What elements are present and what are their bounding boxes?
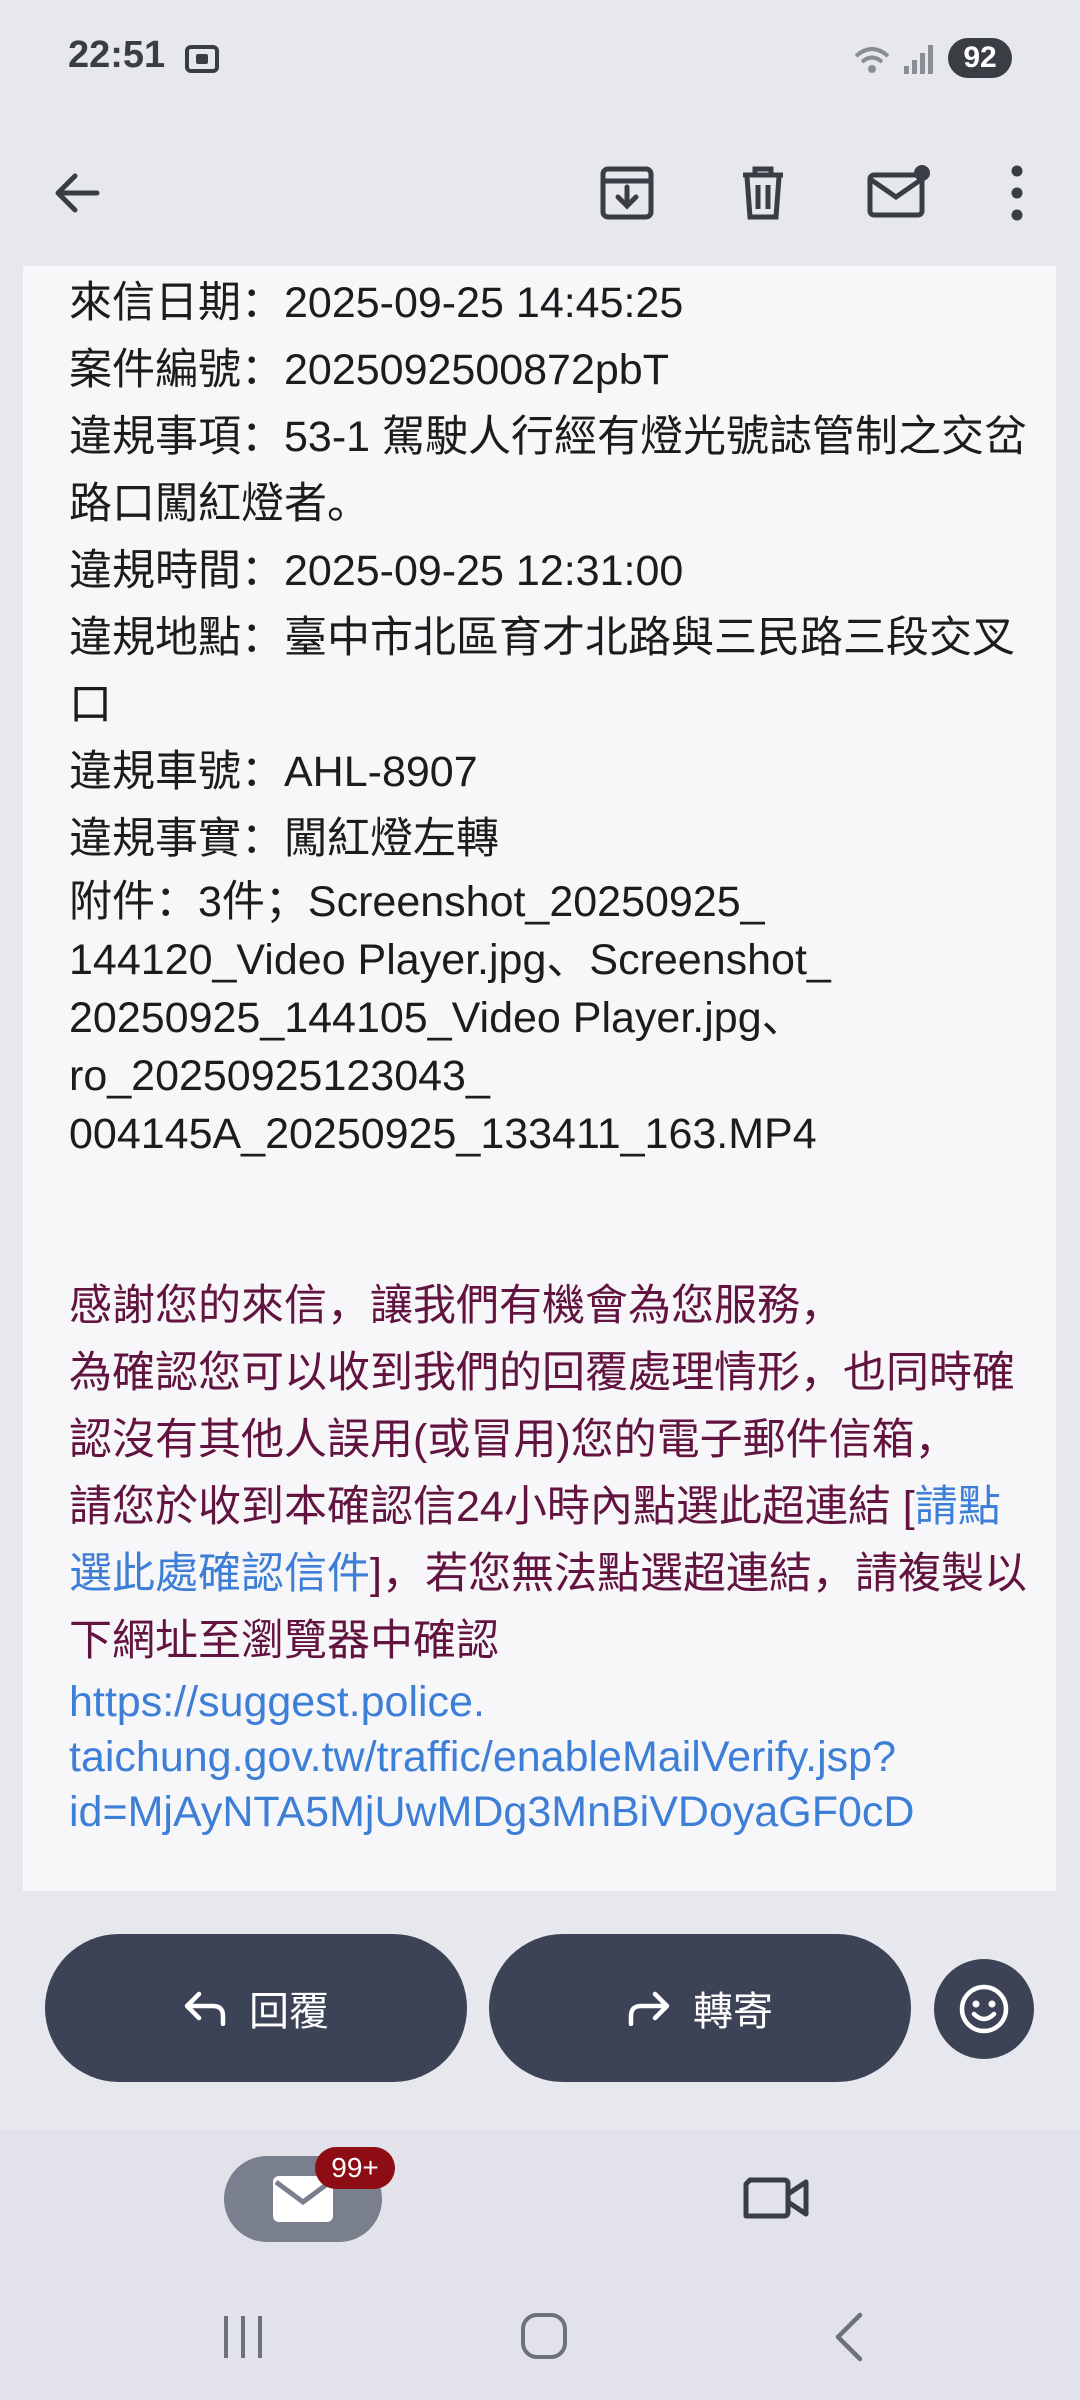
reply-button[interactable]: 回覆 bbox=[45, 1934, 467, 2082]
instruction-text: 請您於收到本確認信24小時內點選此超連結 [請點選此處確認信件]，若您無法點選超… bbox=[69, 1474, 1039, 1675]
violation-fact-line: 違規事實：闖紅燈左轉 bbox=[69, 815, 499, 863]
emoji-icon bbox=[959, 1984, 1009, 2034]
unread-count-badge: 99+ bbox=[315, 2147, 395, 2189]
reply-icon bbox=[184, 1991, 226, 2026]
violation-time-line: 違規時間：2025-09-25 12:31:00 bbox=[69, 547, 684, 595]
mark-unread-button[interactable] bbox=[854, 148, 944, 238]
instruction-prefix: 請您於收到本確認信24小時內點選此超連結 [ bbox=[69, 1483, 915, 1531]
forward-button[interactable]: 轉寄 bbox=[489, 1934, 911, 2082]
more-vert-icon bbox=[1011, 165, 1023, 221]
bottom-navigation: 99+ bbox=[0, 2130, 1080, 2280]
archive-button[interactable] bbox=[582, 148, 672, 238]
video-meet-icon[interactable] bbox=[740, 2168, 812, 2228]
reply-label: 回覆 bbox=[249, 1990, 329, 2034]
recent-apps-icon[interactable] bbox=[218, 2314, 268, 2360]
thanks-line: 感謝您的來信，讓我們有機會為您服務， bbox=[69, 1282, 843, 1330]
email-content: 來信日期：2025-09-25 14:45:25 案件編號：2025092500… bbox=[69, 270, 1039, 1840]
verify-url-link[interactable]: https://suggest.police. taichung.gov.tw/… bbox=[69, 1675, 1039, 1840]
clock: 22:51 bbox=[68, 34, 166, 76]
confirm-text: 為確認您可以收到我們的回覆處理情形，也同時確認沒有其他人誤用(或冒用)您的電子郵… bbox=[69, 1349, 1015, 1464]
emoji-reaction-button[interactable] bbox=[934, 1959, 1034, 2059]
date-line: 來信日期：2025-09-25 14:45:25 bbox=[69, 279, 684, 327]
back-arrow-icon bbox=[55, 173, 100, 213]
violation-item-line: 違規事項：53-1 駕駛人行經有燈光號誌管制之交岔路口闖紅燈者。 bbox=[69, 413, 1028, 528]
email-toolbar bbox=[0, 120, 1080, 266]
screenshot-icon bbox=[185, 45, 219, 73]
system-navigation-bar bbox=[0, 2280, 1080, 2400]
delete-button[interactable] bbox=[718, 148, 808, 238]
archive-icon bbox=[600, 166, 654, 220]
more-options-button[interactable] bbox=[972, 148, 1062, 238]
email-body[interactable]: 來信日期：2025-09-25 14:45:25 案件編號：2025092500… bbox=[23, 266, 1056, 1891]
system-back-icon[interactable] bbox=[830, 2312, 866, 2362]
violation-place-line: 違規地點：臺中市北區育才北路與三民路三段交叉口 bbox=[69, 614, 1015, 729]
plate-number-line: 違規車號：AHL-8907 bbox=[69, 748, 478, 796]
battery-indicator: 92 bbox=[948, 38, 1012, 78]
mark-unread-icon bbox=[867, 165, 930, 218]
attachments-line: 附件：3件；Screenshot_20250925_ 144120_Video … bbox=[69, 878, 831, 1158]
wifi-signal-icon bbox=[854, 45, 933, 74]
forward-label: 轉寄 bbox=[693, 1990, 773, 2034]
home-icon[interactable] bbox=[520, 2312, 568, 2360]
back-button[interactable] bbox=[32, 148, 122, 238]
forward-icon bbox=[628, 1991, 670, 2026]
status-bar: 22:51 92 bbox=[0, 0, 1080, 120]
delete-icon bbox=[743, 166, 783, 220]
case-number-line: 案件編號：2025092500872pbT bbox=[69, 346, 669, 394]
